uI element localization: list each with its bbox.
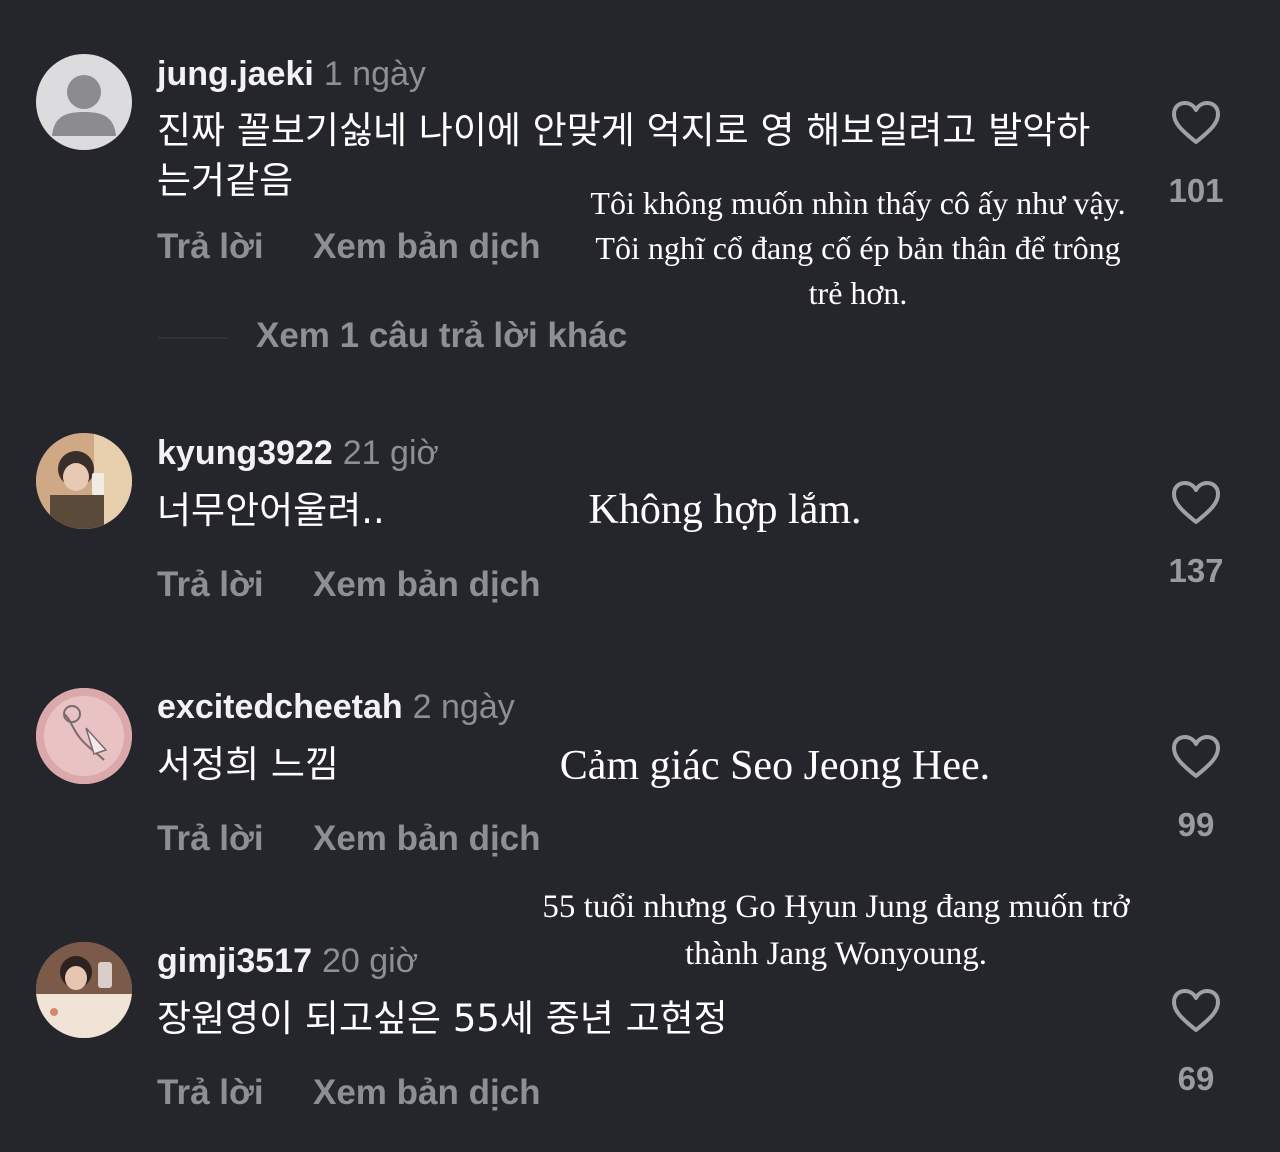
user-photo-icon (36, 942, 132, 1038)
comment-header: excitedcheetah 2 ngày (157, 688, 515, 727)
like-control: 69 (1160, 988, 1232, 1098)
timestamp: 21 giờ (342, 434, 439, 472)
like-count: 137 (1168, 552, 1224, 589)
translation-overlay: 55 tuổi nhưng Go Hyun Jung đang muốn trở… (542, 889, 1130, 972)
like-control: 101 (1160, 100, 1232, 210)
username[interactable]: jung.jaeki (157, 55, 314, 93)
comment-actions: Trả lời Xem bản dịch (157, 819, 541, 859)
comment-actions: Trả lời Xem bản dịch (157, 565, 541, 605)
reply-button[interactable]: Trả lời (157, 1073, 313, 1113)
user-photo-icon (36, 688, 132, 784)
comment-item: jung.jaeki 1 ngày 진짜 꼴보기싫네 나이에 안맞게 억지로 영 … (0, 0, 1280, 390)
avatar[interactable] (36, 942, 132, 1038)
translate-button[interactable]: Xem bản dịch (313, 1073, 541, 1112)
timestamp: 1 ngày (323, 55, 426, 93)
heart-icon[interactable] (1171, 988, 1221, 1034)
like-control: 137 (1160, 480, 1232, 590)
translation-overlay: Không hợp lắm. (588, 487, 862, 533)
reply-button[interactable]: Trả lời (157, 565, 313, 605)
translation-overlay: Tôi không muốn nhìn thấy cô ấy như vậy. … (590, 185, 1126, 311)
heart-icon[interactable] (1171, 734, 1221, 780)
comment-header: jung.jaeki 1 ngày (157, 55, 426, 94)
like-control: 99 (1160, 734, 1232, 844)
avatar[interactable] (36, 433, 132, 529)
username[interactable]: kyung3922 (157, 434, 333, 472)
default-avatar-icon (52, 75, 116, 136)
comment-actions: Trả lời Xem bản dịch (157, 227, 541, 267)
user-photo-icon (36, 433, 132, 529)
reply-button[interactable]: Trả lời (157, 819, 313, 859)
timestamp: 20 giờ (321, 942, 419, 980)
like-count: 101 (1168, 172, 1224, 209)
divider (158, 336, 228, 339)
reply-button[interactable]: Trả lời (157, 227, 313, 267)
comment-text: 장원영이 되고싶은 55세 중년 고현정 (157, 997, 728, 1040)
view-more-replies[interactable]: Xem 1 câu trả lời khác (158, 316, 627, 356)
translate-button[interactable]: Xem bản dịch (313, 819, 541, 858)
like-count: 69 (1177, 1060, 1215, 1097)
view-more-replies-label: Xem 1 câu trả lời khác (256, 316, 628, 355)
like-count: 99 (1177, 806, 1215, 843)
username[interactable]: gimji3517 (157, 942, 312, 980)
timestamp: 2 ngày (412, 688, 515, 726)
comment-actions: Trả lời Xem bản dịch (157, 1073, 541, 1113)
avatar[interactable] (36, 688, 132, 784)
comment-header: kyung3922 21 giờ (157, 434, 439, 473)
comment-header: gimji3517 20 giờ (157, 942, 418, 981)
translation-overlay: Cảm giác Seo Jeong Hee. (559, 743, 991, 789)
username[interactable]: excitedcheetah (157, 688, 403, 726)
avatar[interactable] (36, 54, 132, 150)
translate-button[interactable]: Xem bản dịch (313, 565, 541, 604)
translate-button[interactable]: Xem bản dịch (313, 227, 541, 266)
heart-icon[interactable] (1171, 100, 1221, 146)
heart-icon[interactable] (1171, 480, 1221, 526)
